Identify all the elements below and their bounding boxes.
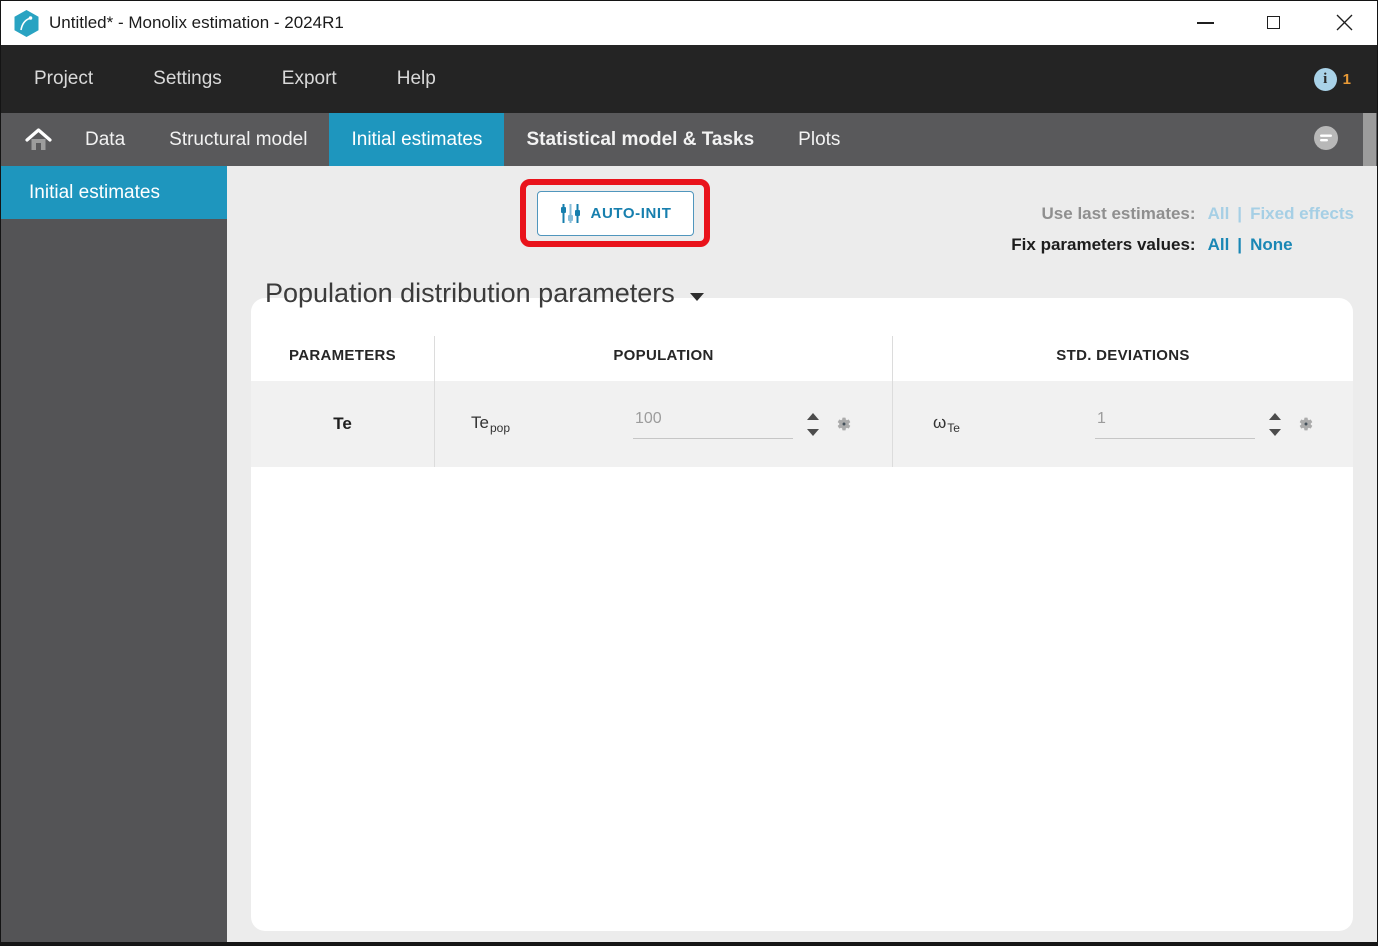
close-icon — [1336, 14, 1352, 31]
menu-help[interactable]: Help — [397, 68, 436, 90]
tab-bar: Data Structural model Initial estimates … — [1, 113, 1377, 166]
std-spinner — [1269, 412, 1281, 436]
tab-data[interactable]: Data — [63, 113, 147, 166]
window-bottom-border — [1, 942, 1377, 945]
use-last-estimates-label: Use last estimates: — [1041, 204, 1196, 223]
info-icon: i — [1313, 67, 1337, 91]
sidebar: Initial estimates — [1, 166, 227, 944]
separator: | — [1237, 204, 1243, 223]
feedback-chat-button[interactable] — [1311, 124, 1341, 154]
tab-plots[interactable]: Plots — [776, 113, 862, 166]
separator: | — [1237, 235, 1243, 254]
fix-all-link[interactable]: All — [1208, 229, 1230, 260]
header-population: POPULATION — [434, 336, 892, 381]
use-last-all-link[interactable]: All — [1208, 198, 1230, 229]
tab-initial-estimates[interactable]: Initial estimates — [329, 113, 505, 166]
close-button[interactable] — [1321, 1, 1367, 44]
spinner-up-icon[interactable] — [807, 412, 819, 420]
section-title: Population distribution parameters — [265, 278, 675, 308]
tabbar-scrollbar[interactable] — [1363, 113, 1376, 166]
header-std-deviations: STD. DEVIATIONS — [892, 336, 1353, 381]
parameter-name: Te — [333, 414, 352, 433]
main-content: AUTO-INIT Use last estimates: All | Fixe… — [227, 166, 1377, 944]
gear-icon[interactable] — [1298, 416, 1314, 432]
window-title: Untitled* - Monolix estimation - 2024R1 — [49, 13, 344, 32]
spinner-up-icon[interactable] — [1269, 412, 1281, 420]
chat-bubble-icon — [1314, 126, 1338, 150]
tab-structural-model[interactable]: Structural model — [147, 113, 329, 166]
tab-home[interactable] — [13, 113, 63, 166]
sidebar-item-initial-estimates[interactable]: Initial estimates — [1, 166, 227, 219]
spinner-down-icon[interactable] — [1269, 428, 1281, 436]
estimate-controls: Use last estimates: All | Fixed effects … — [1011, 198, 1354, 260]
title-bar: Untitled* - Monolix estimation - 2024R1 — [1, 1, 1377, 45]
sliders-icon — [560, 204, 580, 223]
auto-init-label: AUTO-INIT — [590, 205, 672, 222]
minimize-icon — [1196, 21, 1214, 24]
gear-icon[interactable] — [836, 416, 852, 432]
section-heading[interactable]: Population distribution parameters — [265, 278, 704, 309]
auto-init-button[interactable]: AUTO-INIT — [537, 191, 694, 236]
minimize-button[interactable] — [1182, 1, 1228, 44]
table-row: Te Tepop ωTe — [251, 381, 1353, 467]
home-icon — [24, 128, 52, 150]
notification-area[interactable]: i 1 — [1313, 45, 1351, 113]
use-last-fixed-effects-link[interactable]: Fixed effects — [1250, 198, 1354, 229]
std-deviation-cell: ωTe — [892, 381, 1353, 467]
menu-settings[interactable]: Settings — [153, 68, 222, 90]
header-parameters: PARAMETERS — [289, 347, 396, 364]
fix-none-link[interactable]: None — [1250, 229, 1293, 260]
use-last-estimates-links: All | Fixed effects — [1208, 198, 1354, 229]
population-cell: Tepop — [434, 381, 892, 467]
fix-parameters-links: All | None — [1208, 229, 1354, 260]
population-value-input[interactable] — [633, 409, 793, 439]
std-param-label: ωTe — [933, 413, 960, 435]
parameters-card: PARAMETERS POPULATION STD. DEVIATIONS Te… — [251, 298, 1353, 931]
menu-export[interactable]: Export — [282, 68, 337, 90]
menu-project[interactable]: Project — [34, 68, 93, 90]
chevron-down-icon — [689, 292, 704, 301]
fix-parameters-label: Fix parameters values: — [1011, 235, 1196, 254]
std-value-input[interactable] — [1095, 409, 1255, 439]
tab-statistical-model-tasks[interactable]: Statistical model & Tasks — [504, 113, 776, 166]
spinner-down-icon[interactable] — [807, 428, 819, 436]
app-window: Untitled* - Monolix estimation - 2024R1 … — [0, 0, 1378, 946]
population-param-label: Tepop — [471, 413, 510, 435]
maximize-icon — [1266, 16, 1280, 29]
notification-count: 1 — [1342, 70, 1351, 88]
monolix-logo-icon — [14, 9, 39, 37]
maximize-button[interactable] — [1250, 1, 1296, 44]
population-spinner — [807, 412, 819, 436]
menu-bar: Project Settings Export Help i 1 — [1, 45, 1377, 113]
table-header-row: PARAMETERS POPULATION STD. DEVIATIONS — [251, 336, 1353, 381]
